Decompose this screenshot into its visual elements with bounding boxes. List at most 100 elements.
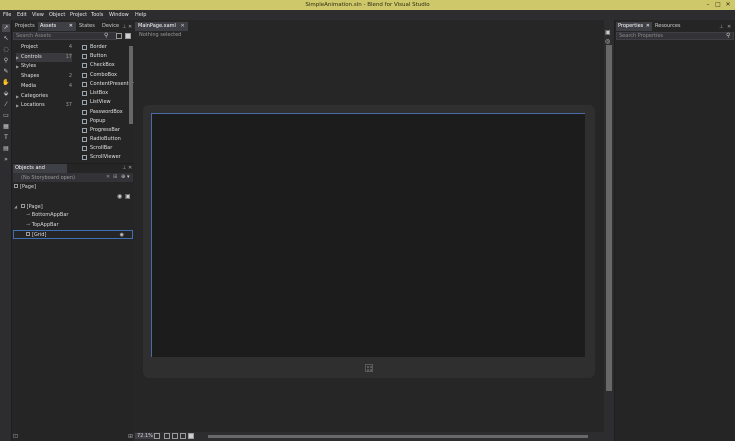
- timeline-toggle-icon[interactable]: ⊡: [13, 433, 18, 440]
- chevron-down-icon[interactable]: ▾: [127, 174, 130, 180]
- zoom-level[interactable]: 72.1%: [135, 433, 155, 439]
- rectangle-tool-icon[interactable]: ▭: [2, 112, 10, 120]
- menu-help[interactable]: Help: [135, 12, 146, 18]
- category-styles[interactable]: ▶ Styles: [16, 62, 72, 71]
- panel-close-icon[interactable]: ✕: [727, 24, 731, 30]
- expand-arrow-icon[interactable]: ▶: [16, 53, 19, 62]
- asset-button[interactable]: Button: [82, 52, 136, 61]
- menu-project[interactable]: Project: [70, 12, 87, 18]
- add-storyboard-icon[interactable]: ⊕: [121, 174, 125, 180]
- asset-passwordbox[interactable]: PasswordBox: [82, 108, 136, 117]
- storyboard-picker[interactable]: (No Storyboard open) ✕ ⊞ ⊕ ▾: [13, 173, 133, 182]
- eye-icon[interactable]: ◉: [120, 231, 124, 240]
- effects-toggle-icon[interactable]: [188, 433, 194, 439]
- vertical-scroll-thumb[interactable]: [606, 45, 612, 391]
- category-controls[interactable]: ▶ Controls 17: [16, 53, 72, 62]
- menu-window[interactable]: Window: [109, 12, 129, 18]
- horizontal-scrollbar[interactable]: [208, 435, 588, 438]
- category-shapes[interactable]: Shapes 2: [16, 72, 72, 81]
- asset-radiobutton[interactable]: RadioButton: [82, 135, 136, 144]
- category-categories[interactable]: ▶ Categories: [16, 92, 72, 101]
- asset-listview[interactable]: ListView: [82, 98, 136, 107]
- category-project[interactable]: Project 4: [16, 43, 72, 52]
- pin-icon[interactable]: ⊥: [719, 24, 723, 30]
- close-icon[interactable]: ✕: [69, 22, 73, 31]
- asset-scrollviewer[interactable]: ScrollViewer: [82, 153, 136, 162]
- list-view-icon[interactable]: [116, 33, 122, 39]
- tab-properties[interactable]: Properties ✕: [616, 22, 652, 31]
- pan-tool-icon[interactable]: ✋: [2, 79, 10, 87]
- asset-listbox[interactable]: ListBox: [82, 89, 136, 98]
- pen-tool-icon[interactable]: ✎: [2, 68, 10, 76]
- window-title: SimpleAnimation.sln - Blend for Visual S…: [305, 2, 430, 8]
- grid-view-icon[interactable]: [125, 33, 131, 39]
- menu-object[interactable]: Object: [49, 12, 65, 18]
- design-view-icon[interactable]: ▣: [605, 29, 611, 36]
- lock-icon[interactable]: ▣: [125, 193, 131, 200]
- tab-resources[interactable]: Resources: [653, 22, 683, 31]
- pin-icon[interactable]: ⊥: [122, 165, 126, 171]
- expand-arrow-icon[interactable]: ▶: [16, 92, 19, 101]
- eye-icon[interactable]: ◉: [117, 193, 122, 200]
- snap-grid-icon[interactable]: [164, 433, 170, 439]
- zoom-tool-icon[interactable]: ⚲: [2, 57, 10, 65]
- expand-arrow-icon[interactable]: ◢: [14, 204, 17, 209]
- tree-item-grid[interactable]: [Grid] ◉: [13, 230, 133, 239]
- asset-scrollbar[interactable]: ScrollBar: [82, 144, 136, 153]
- lasso-tool-icon[interactable]: ◌: [2, 46, 10, 54]
- panel-close-icon[interactable]: ✕: [128, 165, 132, 171]
- search-properties-input[interactable]: Search Properties: [616, 32, 734, 40]
- tab-mainpage[interactable]: MainPage.xaml ✕: [135, 22, 188, 31]
- zoom-dropdown-icon[interactable]: [154, 433, 160, 439]
- search-icon[interactable]: ⚲: [104, 32, 108, 39]
- search-icon[interactable]: ⚲: [726, 32, 730, 39]
- search-assets-input[interactable]: Search Assets: [13, 32, 117, 40]
- tab-states[interactable]: States: [77, 22, 97, 31]
- menu-file[interactable]: File: [3, 12, 11, 18]
- text-tool-icon[interactable]: T: [2, 134, 10, 142]
- control-tool-icon[interactable]: ▤: [2, 145, 10, 153]
- menu-tools[interactable]: Tools: [91, 12, 103, 18]
- asset-popup[interactable]: Popup: [82, 117, 136, 126]
- split-view-icon[interactable]: ◎: [605, 38, 610, 45]
- asset-contentpresenter[interactable]: ContentPresenter: [82, 80, 136, 89]
- maximize-icon[interactable]: □: [714, 1, 722, 9]
- tree-item-bottomappbar[interactable]: ⊸ BottomAppBar: [26, 211, 132, 220]
- close-icon[interactable]: ✕: [646, 22, 650, 31]
- asset-border[interactable]: Border: [82, 43, 136, 52]
- tree-item-topappbar[interactable]: ⊸ TopAppBar: [26, 221, 132, 230]
- pin-icon[interactable]: ⊥: [122, 24, 126, 30]
- artboard[interactable]: [151, 113, 585, 357]
- grid-tool-icon[interactable]: ▦: [2, 123, 10, 131]
- expand-arrow-icon[interactable]: ▶: [16, 101, 19, 110]
- panel-close-icon[interactable]: ✕: [128, 24, 132, 30]
- tree-item-page[interactable]: ◢ [Page]: [14, 202, 132, 211]
- expand-arrow-icon[interactable]: ▶: [16, 62, 19, 71]
- zoom-slider-icon[interactable]: ⊞: [128, 433, 133, 440]
- close-window-icon[interactable]: ✕: [724, 1, 732, 9]
- storyboard-edit-icon[interactable]: ⊞: [113, 174, 117, 180]
- assets-scrollbar[interactable]: [129, 46, 133, 124]
- snap-lines-icon[interactable]: [180, 433, 186, 439]
- category-locations[interactable]: ▶ Locations 37: [16, 101, 72, 110]
- show-grid-icon[interactable]: [172, 433, 178, 439]
- menu-view[interactable]: View: [32, 12, 44, 18]
- tab-objects-timeline[interactable]: Objects and Timeline: [13, 164, 67, 180]
- more-tools-icon[interactable]: »: [2, 156, 10, 164]
- direct-selection-tool-icon[interactable]: ↖: [2, 35, 10, 43]
- tab-device[interactable]: Device: [100, 22, 121, 31]
- control-icon: [82, 73, 87, 78]
- selection-tool-icon[interactable]: ➚: [2, 24, 10, 32]
- minimize-icon[interactable]: –: [704, 1, 712, 9]
- category-media[interactable]: Media 4: [16, 82, 72, 91]
- menu-edit[interactable]: Edit: [17, 12, 27, 18]
- brush-tool-icon[interactable]: ⬙: [2, 90, 10, 98]
- close-icon[interactable]: ✕: [181, 23, 185, 29]
- tab-projects[interactable]: Projects: [13, 22, 37, 31]
- eyedropper-tool-icon[interactable]: ⁄: [2, 101, 10, 109]
- asset-progressbar[interactable]: ProgressBar: [82, 126, 136, 135]
- asset-combobox[interactable]: ComboBox: [82, 71, 136, 80]
- storyboard-close-icon[interactable]: ✕: [106, 174, 110, 180]
- asset-checkbox[interactable]: CheckBox: [82, 61, 136, 70]
- tab-assets[interactable]: Assets ✕: [38, 22, 76, 31]
